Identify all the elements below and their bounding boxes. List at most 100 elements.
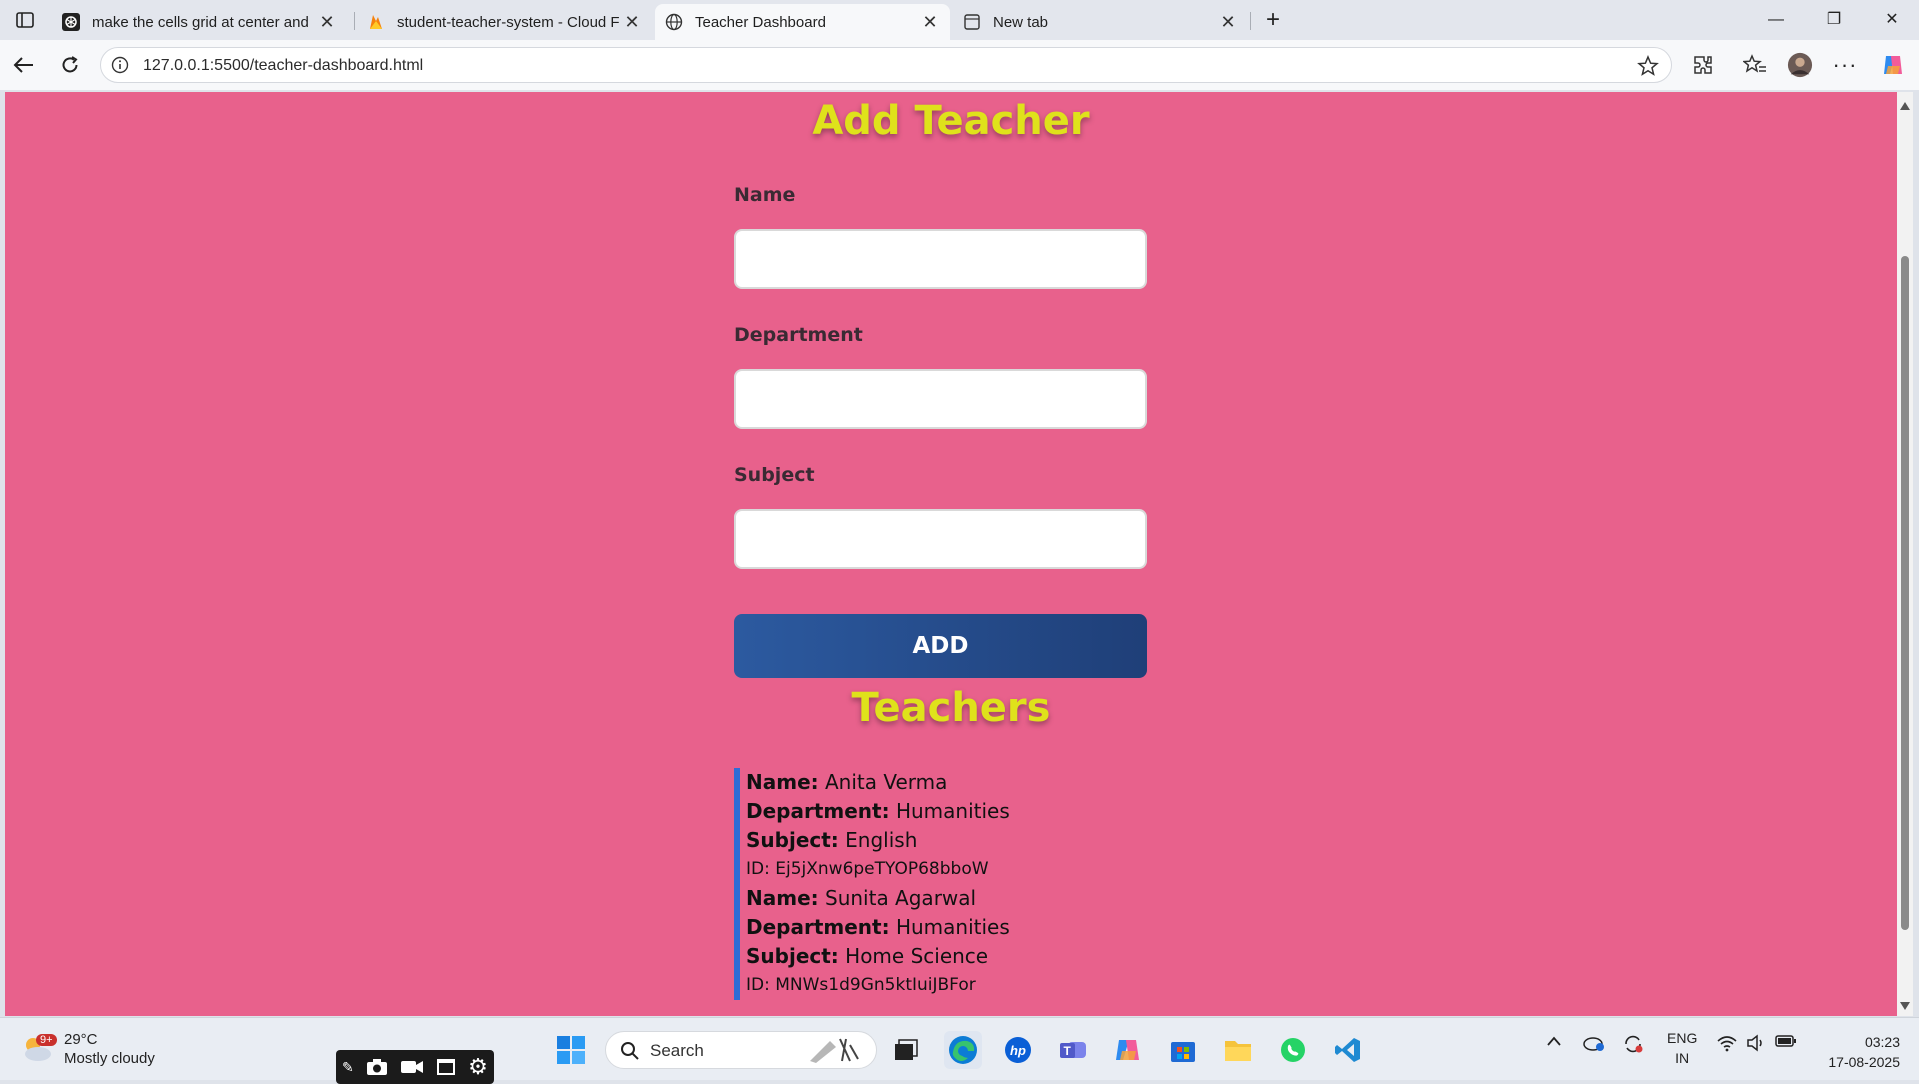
tab-title: make the cells grid at center and <box>92 13 309 31</box>
temperature: 29°C <box>64 1031 98 1048</box>
department-key: Department: <box>746 799 890 823</box>
settings-gear-icon[interactable]: ⚙ <box>468 1054 488 1080</box>
subject-label: Subject <box>734 464 815 486</box>
clock-date: 17-08-2025 <box>1828 1054 1900 1070</box>
page-scrollbar[interactable] <box>1897 92 1913 1016</box>
sync-icon[interactable] <box>1622 1034 1644 1057</box>
close-icon[interactable]: ✕ <box>622 12 642 33</box>
windows-start-icon[interactable] <box>552 1031 590 1069</box>
tab-title: Teacher Dashboard <box>695 13 826 31</box>
teacher-department: Humanities <box>895 915 1010 939</box>
window-capture-icon[interactable] <box>436 1058 456 1076</box>
teams-icon[interactable]: T <box>1054 1031 1092 1069</box>
teacher-subject: Home Science <box>845 944 989 968</box>
windows-taskbar: 9+ 29°C Mostly cloudy ✎ ⚙ Search hp T EN… <box>0 1017 1919 1084</box>
address-bar[interactable]: 127.0.0.1:5500/teacher-dashboard.html <box>100 47 1672 83</box>
tab-separator <box>354 12 355 30</box>
video-camera-icon[interactable] <box>400 1059 424 1075</box>
vscode-icon[interactable] <box>1329 1031 1367 1069</box>
volume-icon[interactable] <box>1746 1034 1766 1055</box>
restore-icon[interactable]: ❐ <box>1806 0 1862 40</box>
weather-condition: Mostly cloudy <box>64 1050 155 1067</box>
url-text: 127.0.0.1:5500/teacher-dashboard.html <box>143 57 424 74</box>
profile-avatar[interactable] <box>1787 52 1813 78</box>
weather-widget[interactable]: 9+ 29°C Mostly cloudy <box>20 1030 155 1068</box>
search-highlight-illustration-icon <box>810 1038 859 1063</box>
tab-chatgpt[interactable]: make the cells grid at center and ✕ <box>52 4 347 40</box>
back-arrow-icon[interactable] <box>8 50 40 80</box>
site-info-icon[interactable] <box>111 56 129 74</box>
clock-time: 03:23 <box>1864 1034 1900 1050</box>
edge-browser-icon[interactable] <box>944 1031 982 1069</box>
search-placeholder: Search <box>650 1041 704 1060</box>
teacher-department-row: Department: Humanities <box>746 797 1166 826</box>
name-input[interactable] <box>734 229 1147 289</box>
teacher-subject-row: Subject: English <box>746 826 1166 855</box>
hp-icon[interactable]: hp <box>999 1031 1037 1069</box>
tab-new-tab[interactable]: New tab ✕ <box>953 4 1248 40</box>
pin-icon[interactable]: ✎ <box>342 1059 354 1076</box>
openai-icon <box>62 13 80 31</box>
copilot-icon[interactable] <box>1880 52 1906 78</box>
task-view-icon[interactable] <box>887 1031 925 1069</box>
close-icon[interactable]: ✕ <box>920 12 940 33</box>
add-teacher-heading: Add Teacher <box>812 98 1090 144</box>
tab-actions-icon[interactable] <box>8 6 42 34</box>
department-input[interactable] <box>734 369 1147 429</box>
name-key: Name: <box>746 770 819 794</box>
clipped-heading-fragment <box>805 1006 1075 1016</box>
close-icon[interactable]: ✕ <box>317 12 337 33</box>
minimize-icon[interactable]: — <box>1748 0 1804 40</box>
svg-text:hp: hp <box>1010 1043 1026 1058</box>
search-icon <box>621 1042 639 1060</box>
browser-toolbar: 127.0.0.1:5500/teacher-dashboard.html ··… <box>0 40 1919 90</box>
firebase-icon <box>367 13 385 31</box>
scroll-down-arrow-icon[interactable] <box>1900 1002 1910 1010</box>
whatsapp-icon[interactable] <box>1274 1031 1312 1069</box>
wifi-icon[interactable] <box>1716 1034 1738 1055</box>
teachers-list: Name: Anita Verma Department: Humanities… <box>734 768 1166 1000</box>
microsoft-store-icon[interactable] <box>1164 1031 1202 1069</box>
favorites-icon[interactable] <box>1742 52 1768 78</box>
system-clock[interactable]: 03:23 17-08-2025 <box>1810 1032 1900 1072</box>
tab-title: student-teacher-system - Cloud F <box>397 13 620 31</box>
language-indicator[interactable]: ENG IN <box>1667 1028 1697 1068</box>
teacher-name: Sunita Agarwal <box>825 886 977 910</box>
onedrive-status-icon[interactable] <box>1582 1034 1606 1055</box>
subject-input[interactable] <box>734 509 1147 569</box>
favorite-star-icon[interactable] <box>1637 55 1659 77</box>
camera-icon[interactable] <box>366 1058 388 1076</box>
tab-title: New tab <box>993 13 1049 31</box>
name-label: Name <box>734 184 796 206</box>
close-icon[interactable]: ✕ <box>1218 12 1238 33</box>
tab-teacher-dashboard[interactable]: Teacher Dashboard ✕ <box>655 4 950 40</box>
teacher-id: ID: MNWs1d9Gn5ktIuiJBFor <box>746 975 976 995</box>
weather-badge: 9+ <box>36 1034 57 1046</box>
teacher-name-row: Name: Anita Verma <box>746 768 1166 797</box>
add-button[interactable]: ADD <box>734 614 1147 678</box>
tab-firebase[interactable]: student-teacher-system - Cloud F ✕ <box>357 4 652 40</box>
scroll-thumb[interactable] <box>1901 256 1909 930</box>
teacher-id: ID: Ej5jXnw6peTYOP68bboW <box>746 859 989 879</box>
globe-icon <box>665 13 683 31</box>
battery-icon[interactable] <box>1775 1034 1797 1051</box>
teacher-name-row: Name: Sunita Agarwal <box>746 884 1166 913</box>
teacher-name: Anita Verma <box>825 770 948 794</box>
file-explorer-icon[interactable] <box>1219 1031 1257 1069</box>
reload-icon[interactable] <box>54 50 86 80</box>
tab-separator <box>1250 12 1251 30</box>
more-options-icon[interactable]: ··· <box>1832 52 1858 78</box>
window-close-icon[interactable]: ✕ <box>1864 0 1919 40</box>
show-hidden-icons-chevron-icon[interactable] <box>1546 1034 1562 1050</box>
scroll-up-arrow-icon[interactable] <box>1900 102 1910 110</box>
taskbar-search[interactable]: Search <box>605 1031 877 1069</box>
new-tab-page-icon <box>963 13 981 31</box>
teachers-heading: Teachers <box>851 685 1051 731</box>
department-label: Department <box>734 324 863 346</box>
new-tab-plus-icon[interactable]: + <box>1258 6 1288 34</box>
extensions-icon[interactable] <box>1690 52 1716 78</box>
language-code: ENG <box>1667 1030 1698 1046</box>
copilot-app-icon[interactable] <box>1109 1031 1147 1069</box>
name-key: Name: <box>746 886 819 910</box>
teacher-department: Humanities <box>895 799 1010 823</box>
